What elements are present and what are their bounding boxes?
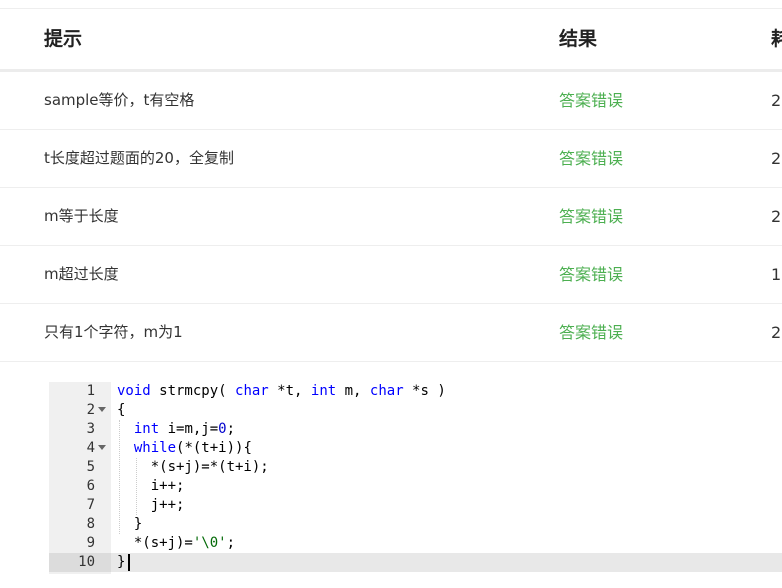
line-number: 5 [86, 459, 95, 475]
indent-guide [119, 420, 120, 534]
code-text: *(s+j)=*(t+i); [117, 459, 269, 475]
line-number: 8 [86, 516, 95, 532]
table-row: m等于长度 答案错误 2 [0, 188, 782, 246]
table-row: sample等价，t有空格 答案错误 2 [0, 72, 782, 130]
row-time: 1 [771, 265, 782, 284]
header-hint: 提示 [44, 28, 83, 50]
row-hint: 只有1个字符，m为1 [44, 323, 183, 341]
row-time: 2 [771, 149, 782, 168]
line-number: 4 [86, 440, 95, 456]
table-row: m超过长度 答案错误 1 [0, 246, 782, 304]
code-line[interactable]: 9 *(s+j)='\0'; [49, 534, 782, 553]
code-text: { [117, 402, 126, 418]
row-result: 答案错误 [559, 323, 624, 342]
row-result: 答案错误 [559, 207, 624, 226]
code-text: } [117, 516, 143, 532]
header-result: 结果 [559, 28, 598, 50]
row-hint: sample等价，t有空格 [44, 91, 195, 109]
line-number: 9 [86, 535, 95, 551]
line-number: 1 [86, 383, 95, 399]
top-border [0, 0, 782, 9]
header-time: 耗 [771, 28, 782, 50]
code-text: *(s+j)='\0'; [117, 535, 236, 551]
row-hint: m等于长度 [44, 207, 119, 225]
row-hint: m超过长度 [44, 265, 119, 283]
row-result: 答案错误 [559, 265, 624, 284]
code-text: int i=m,j=0; [133, 421, 236, 437]
code-line-active[interactable]: 10 } [49, 553, 782, 572]
code-line[interactable]: 7 j++; [49, 496, 782, 515]
row-result: 答案错误 [559, 91, 624, 110]
code-line[interactable]: 5 *(s+j)=*(t+i); [49, 458, 782, 477]
row-hint: t长度超过题面的20，全复制 [44, 149, 234, 167]
code-line[interactable]: 6 i++; [49, 477, 782, 496]
code-line[interactable]: 2 { [49, 401, 782, 420]
table-header: 提示 结果 耗 [0, 9, 782, 72]
line-number: 2 [86, 402, 95, 418]
row-result: 答案错误 [559, 149, 624, 168]
line-number: 3 [86, 421, 95, 437]
code-line[interactable]: 8 } [49, 515, 782, 534]
fold-arrow-icon[interactable] [98, 407, 106, 412]
code-text: void strmcpy( char *t, int m, char *s ) [117, 383, 446, 399]
code-text: } [117, 554, 126, 570]
line-number: 7 [86, 497, 95, 513]
row-time: 2 [771, 323, 782, 342]
row-time: 2 [771, 207, 782, 226]
test-results-table: 提示 结果 耗 sample等价，t有空格 答案错误 2 t长度超过题面的20，… [0, 9, 782, 362]
code-line[interactable]: 3 int i=m,j=0; [49, 420, 782, 439]
indent-guide [136, 458, 137, 515]
code-text: i++; [117, 478, 185, 494]
row-time: 2 [771, 91, 782, 110]
text-cursor [128, 554, 130, 571]
table-row: t长度超过题面的20，全复制 答案错误 2 [0, 130, 782, 188]
fold-arrow-icon[interactable] [98, 445, 106, 450]
line-number: 6 [86, 478, 95, 494]
line-number: 10 [78, 554, 95, 570]
code-text: j++; [117, 497, 185, 513]
code-line[interactable]: 4 while(*(t+i)){ [49, 439, 782, 458]
code-editor[interactable]: 1 void strmcpy( char *t, int m, char *s … [49, 382, 782, 574]
code-line[interactable]: 1 void strmcpy( char *t, int m, char *s … [49, 382, 782, 401]
table-row: 只有1个字符，m为1 答案错误 2 [0, 304, 782, 362]
code-text: while(*(t+i)){ [133, 440, 252, 456]
